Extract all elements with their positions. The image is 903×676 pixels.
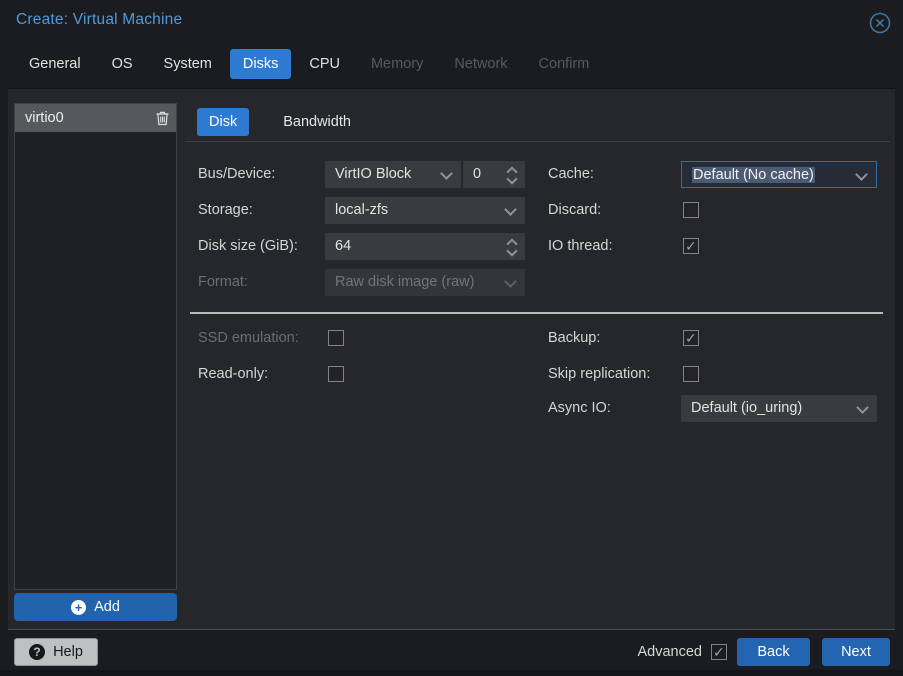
discard-checkbox[interactable] — [683, 202, 699, 218]
section-divider — [190, 312, 883, 314]
chevron-down-icon — [856, 401, 869, 414]
subtab-disk[interactable]: Disk — [197, 108, 249, 136]
disks-tab-panel: virtio0 + Add Disk Bandwidth Bus/Device:… — [8, 88, 895, 630]
ssd-emulation-label: SSD emulation: — [198, 325, 299, 352]
advanced-checkbox[interactable] — [711, 644, 727, 660]
cache-select[interactable]: Default (No cache) — [681, 161, 877, 188]
trash-icon[interactable] — [155, 110, 170, 126]
tab-memory: Memory — [358, 49, 436, 79]
spinner-icon[interactable] — [506, 161, 518, 188]
tab-os[interactable]: OS — [99, 49, 146, 79]
async-io-select[interactable]: Default (io_uring) — [681, 395, 877, 422]
tab-general[interactable]: General — [16, 49, 94, 79]
backup-label: Backup: — [548, 325, 600, 352]
disk-subtab-bar: Disk Bandwidth — [197, 108, 363, 136]
page-title: Create: Virtual Machine — [16, 11, 182, 29]
bus-device-label: Bus/Device: — [198, 161, 275, 188]
chevron-down-icon — [504, 275, 517, 288]
wizard-tab-bar: General OS System Disks CPU Memory Netwo… — [16, 49, 607, 79]
help-button[interactable]: ? Help — [14, 638, 98, 666]
bus-number-stepper[interactable]: 0 — [463, 161, 525, 188]
subtab-bandwidth[interactable]: Bandwidth — [271, 108, 363, 136]
disk-size-value: 64 — [335, 238, 351, 254]
read-only-label: Read-only: — [198, 361, 268, 388]
advanced-toggle: Advanced — [638, 638, 728, 666]
tab-confirm: Confirm — [526, 49, 603, 79]
chevron-down-icon — [440, 167, 453, 180]
storage-label: Storage: — [198, 197, 253, 224]
back-button[interactable]: Back — [737, 638, 810, 666]
discard-label: Discard: — [548, 197, 601, 224]
disk-item-label: virtio0 — [25, 110, 155, 126]
tab-cpu[interactable]: CPU — [296, 49, 353, 79]
disk-list-item-virtio0[interactable]: virtio0 — [15, 104, 176, 132]
close-icon[interactable] — [869, 12, 891, 34]
chevron-down-icon — [855, 168, 868, 181]
window-bottom-edge — [0, 670, 903, 676]
read-only-checkbox[interactable] — [328, 366, 344, 382]
cache-value: Default (No cache) — [692, 167, 815, 183]
ssd-emulation-checkbox[interactable] — [328, 330, 344, 346]
question-mark-icon: ? — [29, 644, 45, 660]
storage-value: local-zfs — [335, 202, 388, 218]
bus-device-value: VirtIO Block — [335, 166, 411, 182]
cache-label: Cache: — [548, 161, 594, 188]
storage-select[interactable]: local-zfs — [325, 197, 525, 224]
io-thread-label: IO thread: — [548, 233, 612, 260]
format-select: Raw disk image (raw) — [325, 269, 525, 296]
bus-number-value: 0 — [473, 166, 481, 182]
chevron-down-icon — [504, 203, 517, 216]
async-io-value: Default (io_uring) — [691, 400, 802, 416]
plus-circle-icon: + — [71, 600, 86, 615]
tab-network: Network — [441, 49, 520, 79]
help-label: Help — [53, 644, 83, 660]
spinner-icon[interactable] — [506, 233, 518, 260]
advanced-label: Advanced — [638, 644, 703, 660]
next-button[interactable]: Next — [822, 638, 890, 666]
disk-list-panel: virtio0 — [14, 103, 177, 590]
disk-size-label: Disk size (GiB): — [198, 233, 298, 260]
bus-device-select[interactable]: VirtIO Block — [325, 161, 461, 188]
subtab-divider — [185, 141, 890, 142]
skip-replication-checkbox[interactable] — [683, 366, 699, 382]
format-label: Format: — [198, 269, 248, 296]
tab-system[interactable]: System — [151, 49, 225, 79]
skip-replication-label: Skip replication: — [548, 361, 650, 388]
disk-size-stepper[interactable]: 64 — [325, 233, 525, 260]
add-disk-label: Add — [94, 599, 120, 615]
tab-disks[interactable]: Disks — [230, 49, 291, 79]
io-thread-checkbox[interactable] — [683, 238, 699, 254]
add-disk-button[interactable]: + Add — [14, 593, 177, 621]
async-io-label: Async IO: — [548, 395, 611, 422]
format-value: Raw disk image (raw) — [335, 274, 474, 290]
backup-checkbox[interactable] — [683, 330, 699, 346]
